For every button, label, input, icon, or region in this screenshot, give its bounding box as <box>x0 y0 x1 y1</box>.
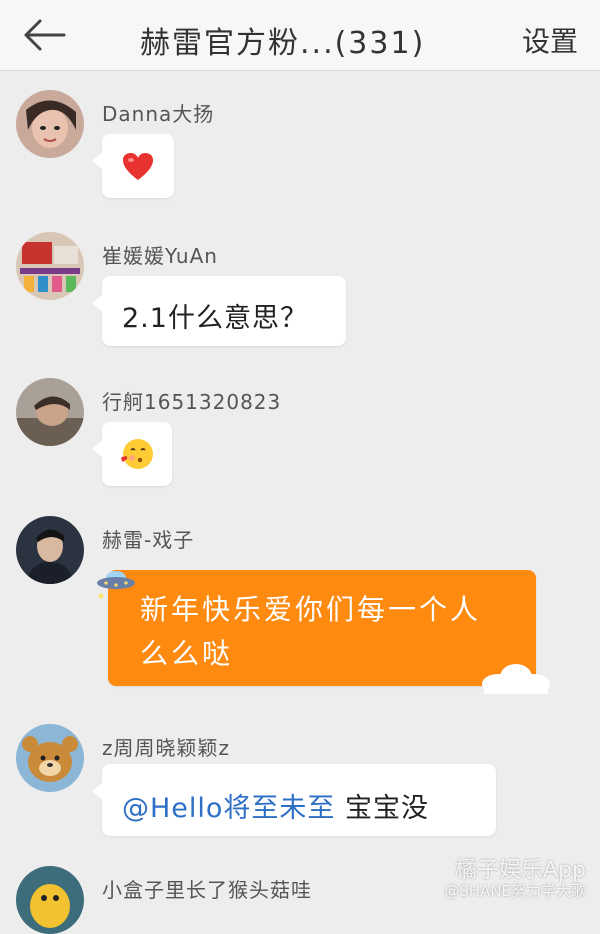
message-text: @Hello将至未至 宝宝没 <box>122 793 430 824</box>
sender-name: 崔媛媛YuAn <box>102 244 218 268</box>
chat-header: 赫雷官方粉...(331) 设置 <box>0 0 600 71</box>
sender-name: z周周晓颖颖z <box>102 736 230 760</box>
avatar[interactable] <box>16 90 84 158</box>
arrow-left-icon[interactable] <box>22 18 66 52</box>
sender-name: 小盒子里长了猴头菇哇 <box>102 878 312 902</box>
sender-name: 赫雷-戏子 <box>102 528 195 552</box>
message-text: 新年快乐爱你们每一个人 么么哒 <box>140 593 482 670</box>
watermark-user: @SHANE努力学大歌 <box>444 882 586 900</box>
message-bubble[interactable]: 2.1什么意思？ <box>92 276 346 346</box>
cloud-icon <box>482 664 550 694</box>
message-bubble[interactable] <box>92 134 174 198</box>
group-title: 赫雷官方粉...(331) <box>140 26 426 61</box>
message-text: 2.1什么意思？ <box>122 303 308 334</box>
red-heart-icon <box>123 153 153 180</box>
sender-name: Danna大扬 <box>102 102 215 126</box>
ufo-icon <box>97 571 135 599</box>
avatar[interactable] <box>16 866 84 934</box>
avatar[interactable] <box>16 232 84 300</box>
avatar[interactable] <box>16 724 84 792</box>
mention-link[interactable]: @Hello将至未至 <box>122 793 335 824</box>
settings-button[interactable]: 设置 <box>522 20 578 60</box>
message-bubble[interactable]: @Hello将至未至 宝宝没 <box>92 764 496 836</box>
message-bubble[interactable] <box>92 422 172 486</box>
blowing-kiss-icon <box>121 439 153 469</box>
message-bubble[interactable]: 新年快乐爱你们每一个人 么么哒 <box>108 570 536 686</box>
avatar[interactable] <box>16 378 84 446</box>
sender-name: 行舸1651320823 <box>102 390 282 414</box>
avatar[interactable] <box>16 516 84 584</box>
